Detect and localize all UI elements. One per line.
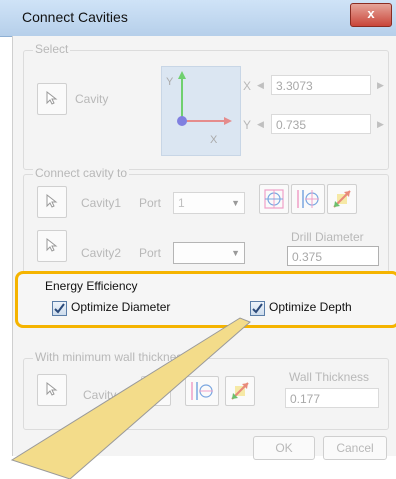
align-center-button[interactable] xyxy=(259,184,289,214)
axes-icon: Y X xyxy=(166,71,232,146)
wall-cavity-pick-button[interactable] xyxy=(37,374,67,406)
optimize-depth-checkbox[interactable] xyxy=(250,301,265,316)
port2-dropdown[interactable]: ▼ xyxy=(173,242,245,264)
port2-label: Port xyxy=(139,246,162,260)
optimize-diameter-label[interactable]: Optimize Diameter xyxy=(71,300,170,314)
cavity1-label: Cavity1 xyxy=(81,196,122,210)
dialog-body: Select Cavity Y X X ◀ 3.3073 ▶ Y ◀ 0.735… xyxy=(12,36,396,460)
axis-x-label: X xyxy=(210,134,218,146)
optimize-diameter-checkbox[interactable] xyxy=(52,301,67,316)
y-input[interactable]: 0.735 xyxy=(271,114,371,134)
x-input[interactable]: 3.3073 xyxy=(271,75,371,95)
y-label: Y xyxy=(243,118,252,132)
energy-efficiency-label: Energy Efficiency xyxy=(45,279,138,293)
cavity2-label: Cavity2 xyxy=(81,246,122,260)
connect-group-label: Connect cavity to xyxy=(33,166,130,180)
cursor-arrow-icon xyxy=(46,382,58,396)
connect-arrows-button[interactable] xyxy=(327,184,357,214)
x-decrement-icon[interactable]: ◀ xyxy=(257,80,264,91)
select-cavity-label: Cavity xyxy=(75,92,109,106)
connect-cavities-window: Connect Cavities x Select Cavity Y X X ◀… xyxy=(0,0,396,479)
cursor-arrow-icon xyxy=(46,238,58,252)
coordinate-preview: Y X xyxy=(161,66,241,156)
x-increment-icon[interactable]: ▶ xyxy=(377,80,384,91)
parallel-lines-icon xyxy=(191,382,213,400)
drill-diameter-input[interactable]: 0.375 xyxy=(287,246,379,266)
wall-align-center-button[interactable] xyxy=(141,376,171,406)
close-icon: x xyxy=(367,6,375,21)
close-button[interactable]: x xyxy=(350,3,392,27)
wall-thickness-label: Wall Thickness xyxy=(289,370,370,384)
cancel-button[interactable]: Cancel xyxy=(323,436,387,460)
crosshair-circle-icon xyxy=(264,189,284,209)
wall-cavity-label: Cavity xyxy=(83,388,117,402)
window-title: Connect Cavities xyxy=(22,9,128,25)
wall-connect-arrows-button[interactable] xyxy=(225,376,255,406)
y-decrement-icon[interactable]: ◀ xyxy=(257,119,264,130)
chevron-down-icon: ▼ xyxy=(231,248,240,258)
diagonal-arrows-icon xyxy=(231,382,249,400)
port1-value: 1 xyxy=(178,196,185,210)
wall-thickness-group-label: With minimum wall thickness xyxy=(33,350,191,364)
drill-diameter-label: Drill Diameter xyxy=(291,230,364,244)
wall-thickness-input[interactable]: 0.177 xyxy=(285,388,379,408)
align-parallel-button[interactable] xyxy=(291,184,325,214)
cavity1-pick-button[interactable] xyxy=(37,186,67,218)
chevron-down-icon: ▼ xyxy=(231,198,240,208)
cursor-arrow-icon xyxy=(46,91,58,105)
select-cavity-pick-button[interactable] xyxy=(37,83,67,115)
optimize-depth-label[interactable]: Optimize Depth xyxy=(269,300,352,314)
cavity2-pick-button[interactable] xyxy=(37,230,67,262)
port1-label: Port xyxy=(139,196,162,210)
axis-y-label: Y xyxy=(166,76,174,88)
title-bar: Connect Cavities x xyxy=(0,0,396,37)
select-group-label: Select xyxy=(33,42,71,56)
x-label: X xyxy=(243,79,252,93)
crosshair-circle-icon xyxy=(147,382,165,400)
parallel-lines-icon xyxy=(297,190,319,208)
checkmark-icon xyxy=(252,303,263,314)
wall-align-parallel-button[interactable] xyxy=(185,376,219,406)
y-increment-icon[interactable]: ▶ xyxy=(377,119,384,130)
diagonal-arrows-icon xyxy=(333,190,351,208)
checkmark-icon xyxy=(54,303,65,314)
port1-dropdown[interactable]: 1 ▼ xyxy=(173,192,245,214)
ok-button[interactable]: OK xyxy=(253,436,315,460)
cursor-arrow-icon xyxy=(46,194,58,208)
